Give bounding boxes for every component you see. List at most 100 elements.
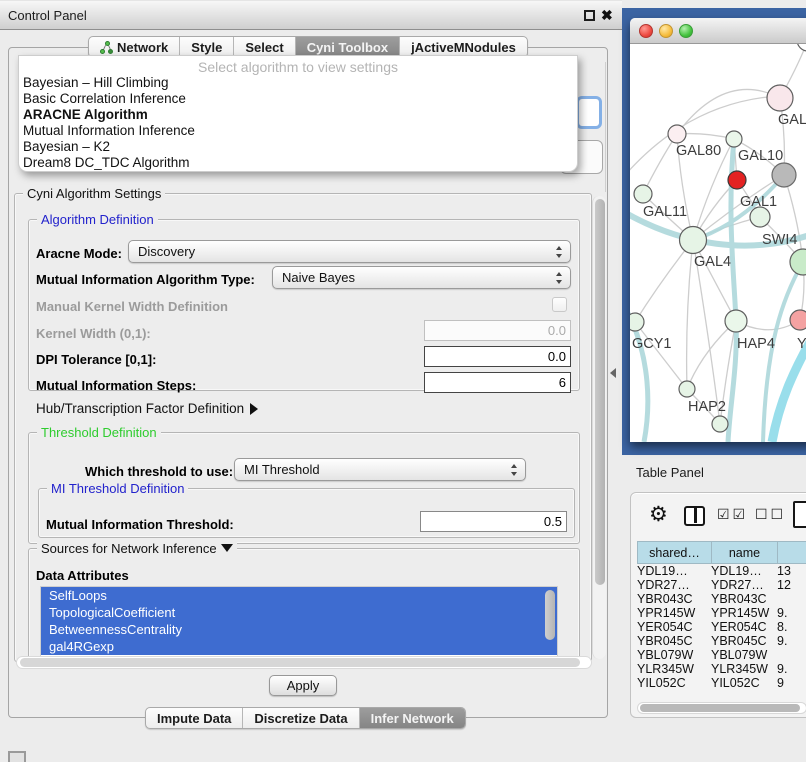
mi-steps-field[interactable]: 6 [424,372,571,393]
table-panel-title: Table Panel [636,465,704,480]
gear-icon[interactable]: ⚙ [649,502,668,527]
aracne-mode-select[interactable]: Discovery [128,240,571,263]
node-swi4[interactable] [790,249,806,275]
mi-type-select[interactable]: Naive Bayes [272,266,571,289]
svg-text:HAP2: HAP2 [688,399,726,415]
node-table-rows[interactable]: YDL19…YDL19…13 YDR27…YDR27…12 YBR043CYBR… [637,564,806,702]
svg-text:GAL7: GAL7 [778,112,806,128]
attributes-scrollbar-thumb[interactable] [545,590,555,640]
tab-network[interactable]: Network [89,37,180,57]
table-horizontal-scrollbar[interactable] [637,702,806,714]
algorithm-combobox-focus-fragment[interactable] [576,96,602,129]
manual-kernel-checkbox[interactable] [552,297,567,312]
attribute-item-selected[interactable]: gal4RGexp [41,638,557,655]
minimized-panel-stub[interactable] [8,751,26,762]
table-row[interactable]: YIL052CYIL052C9 [637,676,806,690]
dropdown-item[interactable]: Basic Correlation Inference [19,91,577,107]
dropdown-item[interactable]: Dream8 DC_TDC Algorithm [19,155,577,171]
stepper-arrows-icon [556,245,563,259]
select-all-checkboxes-icon[interactable]: ☑☑ [717,506,748,523]
network-node-labels: GAL7 GAL80 GAL10 GAL1 GAL11 SWI4 GAL4 GC… [632,112,806,415]
table-row[interactable]: YBL079WYBL079W [637,648,806,662]
svg-text:GAL80: GAL80 [676,143,721,159]
float-panel-icon[interactable] [584,10,595,21]
scrollbar-thumb[interactable] [595,199,605,585]
svg-text:GAL11: GAL11 [643,204,687,220]
stepper-arrows-icon [556,271,563,285]
data-attributes-label: Data Attributes [36,568,129,583]
node-gal11[interactable] [634,185,652,203]
cyni-mode-tabs: Impute Data Discretize Data Infer Networ… [145,707,466,729]
network-canvas[interactable]: GAL7 GAL80 GAL10 GAL1 GAL11 SWI4 GAL4 GC… [630,44,806,442]
aracne-mode-label: Aracne Mode: [36,246,122,261]
table-row[interactable]: YLR345WYLR345W9. [637,662,806,676]
app-window: Control Panel ✖ Network Style Select Cyn… [0,0,806,762]
settings-horizontal-scrollbar[interactable] [16,656,592,669]
settings-vertical-scrollbar[interactable] [592,196,606,659]
node[interactable] [797,44,806,51]
svg-text:HAP4: HAP4 [737,336,775,352]
dropdown-item[interactable]: Bayesian – Hill Climbing [19,75,577,91]
mi-threshold-field[interactable]: 0.5 [420,511,567,532]
node-gray[interactable] [772,163,796,187]
mi-steps-label: Mutual Information Steps: [36,378,196,393]
node-gal80[interactable] [668,125,686,143]
hub-definition-toggle[interactable]: Hub/Transcription Factor Definition [36,401,258,416]
node-gal7[interactable] [767,85,793,111]
tab-select[interactable]: Select [234,37,295,57]
threshold-definition-title: Threshold Definition [37,425,161,440]
manual-kernel-label: Manual Kernel Width Definition [36,299,228,314]
table-row[interactable]: YDR27…YDR27…12 [637,578,806,592]
data-attributes-list[interactable]: SelfLoops TopologicalCoefficient Between… [40,586,558,657]
apply-button[interactable]: Apply [269,675,337,696]
node[interactable] [712,416,728,432]
dpi-tolerance-label: DPI Tolerance [0,1]: [36,352,156,367]
node-gcy1[interactable] [630,313,644,331]
dropdown-item[interactable]: Bayesian – K2 [19,139,577,155]
table-row[interactable]: YER054CYER054C8. [637,620,806,634]
svg-text:GCY1: GCY1 [632,336,672,352]
dropdown-item[interactable]: Mutual Information Inference [19,123,577,139]
node-hap2[interactable] [679,381,695,397]
network-window[interactable]: GAL7 GAL80 GAL10 GAL1 GAL11 SWI4 GAL4 GC… [630,18,806,442]
panel-collapse-arrow[interactable] [610,368,616,378]
dropdown-item-selected[interactable]: ARACNE Algorithm [19,107,577,123]
control-panel-titlebar: Control Panel ✖ [0,0,622,30]
dpi-tolerance-field[interactable]: 0.0 [424,346,571,367]
close-panel-icon[interactable]: ✖ [601,7,613,24]
table-row[interactable]: YBR045CYBR045C9. [637,634,806,648]
node-hap4[interactable] [725,310,747,332]
column-header-shared-name[interactable]: shared… [638,542,712,564]
node-selected-red[interactable] [728,171,746,189]
which-threshold-select[interactable]: MI Threshold [234,458,526,481]
table-row[interactable]: YPR145WYPR145W9. [637,606,806,620]
zoom-traffic-light-icon[interactable] [679,24,693,38]
node-gal10[interactable] [726,131,742,147]
tab-style[interactable]: Style [180,37,234,57]
sources-group-title[interactable]: Sources for Network Inference [37,541,237,556]
tab-cyni-toolbox[interactable]: Cyni Toolbox [296,37,400,57]
attribute-item-selected[interactable]: TopologicalCoefficient [41,604,557,621]
split-columns-icon[interactable] [684,506,705,526]
tab-impute-data[interactable]: Impute Data [146,708,243,728]
column-header-name[interactable]: name [712,542,778,564]
node-gal4[interactable] [680,227,707,254]
tab-jactivemnodules[interactable]: jActiveMNodules [400,37,527,57]
attribute-item-selected[interactable]: SelfLoops [41,587,557,604]
tab-infer-network[interactable]: Infer Network [360,708,465,728]
scrollbar-thumb[interactable] [20,658,580,667]
column-header-cut[interactable] [778,542,806,564]
close-traffic-light-icon[interactable] [639,24,653,38]
attribute-item-selected[interactable]: BetweennessCentrality [41,621,557,638]
tab-discretize-data[interactable]: Discretize Data [243,708,359,728]
which-threshold-label: Which threshold to use: [85,464,233,479]
node-gal1[interactable] [750,207,770,227]
new-table-document-icon[interactable] [793,501,806,528]
network-window-titlebar[interactable] [630,18,806,44]
table-row[interactable]: YDL19…YDL19…13 [637,564,806,578]
minimize-traffic-light-icon[interactable] [659,24,673,38]
deselect-all-checkboxes-icon[interactable]: ☐☐ [755,506,786,523]
scrollbar-thumb[interactable] [640,704,800,712]
table-row[interactable]: YBR043CYBR043C [637,592,806,606]
node-pink[interactable] [790,310,806,330]
